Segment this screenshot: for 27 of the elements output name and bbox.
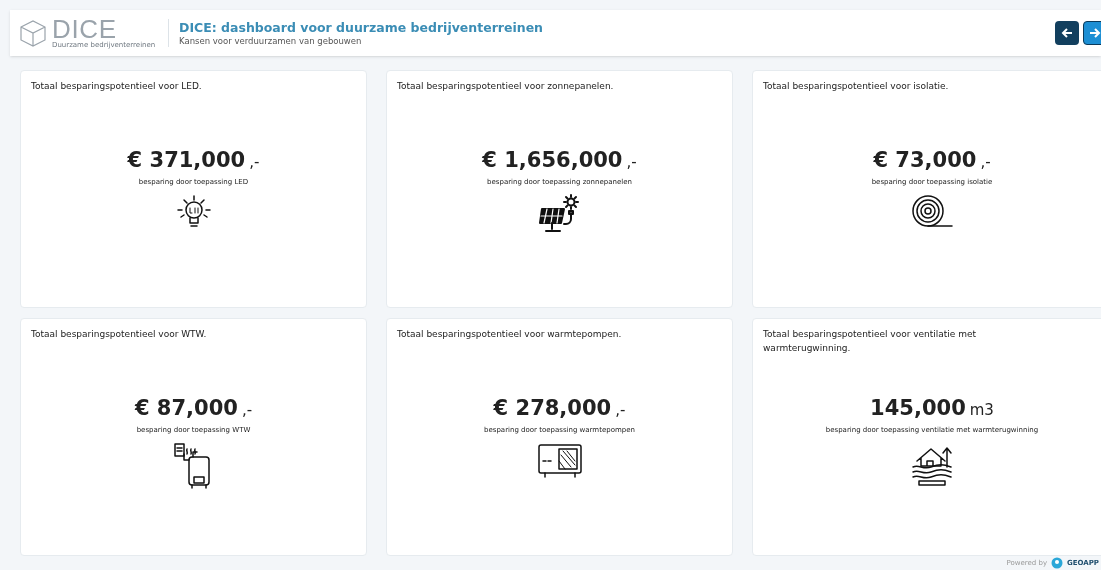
savings-value: € 278,000 — [493, 395, 612, 422]
card-title: Totaal besparingspotentieel voor ventilatie met warmterugwinning. — [763, 328, 978, 355]
value-suffix: ,- — [980, 152, 991, 173]
right-arrow-icon — [1089, 27, 1101, 39]
card-title: Totaal besparingspotentieel voor isolatie. — [763, 80, 950, 93]
card-title: Totaal besparingspotentieel voor warmtepompen. — [397, 328, 623, 341]
value-suffix: ,- — [615, 400, 626, 421]
value-suffix: ,- — [249, 152, 260, 173]
forward-button[interactable] — [1083, 21, 1101, 45]
value-suffix: m3 — [969, 400, 994, 421]
savings-value: € 1,656,000 — [482, 147, 623, 174]
cube-logo-icon — [18, 18, 48, 48]
left-arrow-icon — [1061, 27, 1073, 39]
back-button[interactable] — [1055, 21, 1079, 45]
page-title: DICE: dashboard voor duurzame bedrijventerreinen — [179, 19, 543, 35]
savings-value: € 371,000 — [127, 147, 246, 174]
page-subtitle: Kansen voor verduurzamen van gebouwen — [179, 34, 363, 47]
savings-value: € 73,000 — [873, 147, 977, 174]
value-suffix: ,- — [241, 400, 253, 421]
logo-wordmark: DICE — [52, 17, 117, 41]
savings-value: 145,000 — [870, 395, 966, 422]
card-title: Totaal besparingspotentieel voor zonnepanelen. — [397, 80, 615, 93]
card-title: Totaal besparingspotentieel voor WTW. — [31, 328, 208, 341]
card-title: Totaal besparingspotentieel voor LED. — [31, 80, 203, 93]
savings-value: € 87,000 — [134, 395, 238, 422]
heat-pump-icon — [536, 441, 583, 481]
value-suffix: ,- — [626, 152, 637, 173]
